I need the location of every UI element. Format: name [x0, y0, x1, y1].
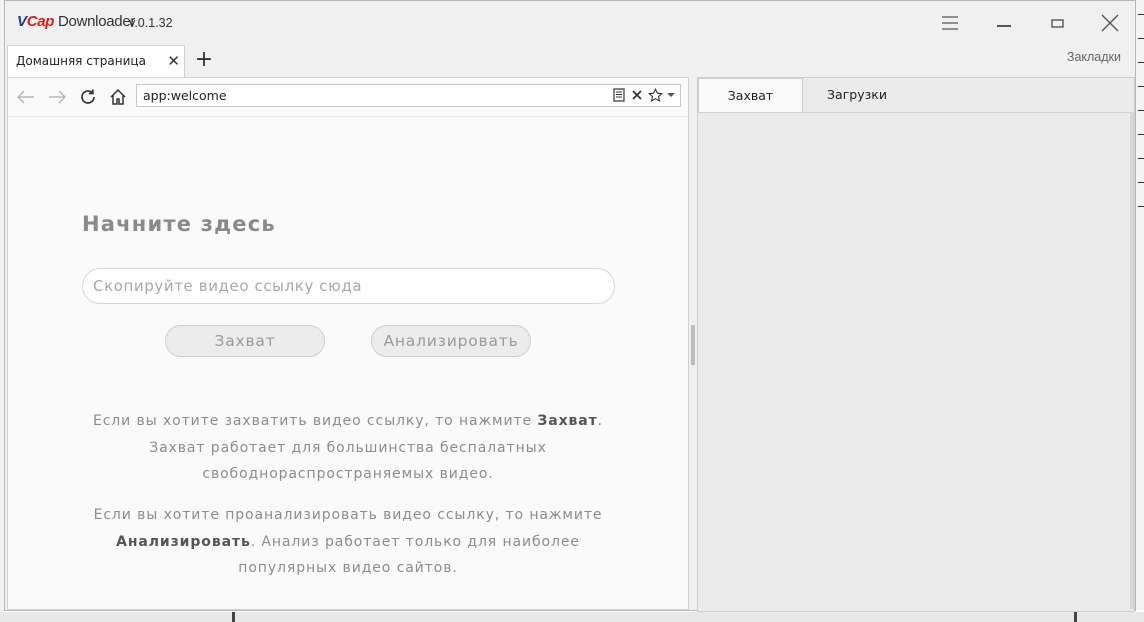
address-bar[interactable]: app:welcome — [136, 84, 681, 107]
arrow-left-icon — [17, 90, 34, 104]
app-logo: VCap Downloader — [17, 13, 136, 30]
back-button[interactable] — [15, 86, 37, 108]
desktop-bottom-edge — [0, 612, 1144, 622]
forward-button[interactable] — [46, 86, 68, 108]
reload-icon — [81, 89, 95, 104]
home-button[interactable] — [107, 86, 129, 108]
capture-info-text: Если вы хотите захватить видео ссылку, т… — [92, 413, 604, 482]
arrow-right-icon — [49, 90, 66, 104]
video-link-input[interactable] — [82, 268, 615, 304]
star-bookmark-icon[interactable] — [647, 87, 663, 103]
minimize-button[interactable] — [981, 7, 1027, 39]
app-version: v.0.1.32 — [129, 16, 173, 30]
minimize-icon — [997, 25, 1011, 27]
tab-capture[interactable]: Захват — [698, 78, 803, 112]
address-url: app:welcome — [143, 88, 227, 103]
add-tab-button[interactable]: + — [191, 47, 217, 73]
dropdown-arrow-icon[interactable] — [663, 87, 679, 103]
tab-downloads[interactable]: Загрузки — [803, 78, 911, 112]
side-panel-scrollbar[interactable] — [1130, 112, 1134, 609]
maximize-button[interactable] — [1035, 7, 1081, 39]
analyze-info-text: Если вы хотите проанализировать видео сс… — [93, 507, 603, 576]
maximize-icon — [1051, 19, 1064, 28]
side-panel: Захват Загрузки — [697, 77, 1135, 612]
close-window-button[interactable] — [1087, 7, 1133, 39]
hamburger-menu-icon — [942, 16, 958, 30]
side-panel-tabs: Захват Загрузки — [698, 78, 1134, 113]
browser-pane: app:welcome Начните здесь Захват Анализи… — [7, 77, 689, 610]
tab-home-label: Домашняя страница — [16, 54, 146, 68]
app-window: VCap Downloader v.0.1.32 Домашняя страни… — [4, 0, 1136, 612]
tab-close-icon[interactable]: ✕ — [167, 52, 180, 70]
navigation-bar: app:welcome — [8, 78, 688, 117]
pane-splitter-handle[interactable] — [691, 325, 695, 365]
analyze-button[interactable]: Анализировать — [371, 325, 531, 357]
capture-button[interactable]: Захват — [165, 325, 325, 357]
close-icon — [1101, 14, 1119, 32]
reader-mode-icon[interactable] — [611, 87, 627, 103]
title-bar[interactable]: VCap Downloader v.0.1.32 — [5, 1, 1135, 43]
home-icon — [110, 88, 126, 105]
tab-home[interactable]: Домашняя страница ✕ — [7, 45, 185, 77]
desktop-right-edge — [1136, 0, 1144, 610]
welcome-title: Начните здесь — [82, 212, 276, 236]
clear-url-icon[interactable] — [629, 87, 645, 103]
bookmarks-link[interactable]: Закладки — [1067, 50, 1121, 64]
menu-button[interactable] — [927, 7, 973, 39]
reload-button[interactable] — [77, 86, 99, 108]
